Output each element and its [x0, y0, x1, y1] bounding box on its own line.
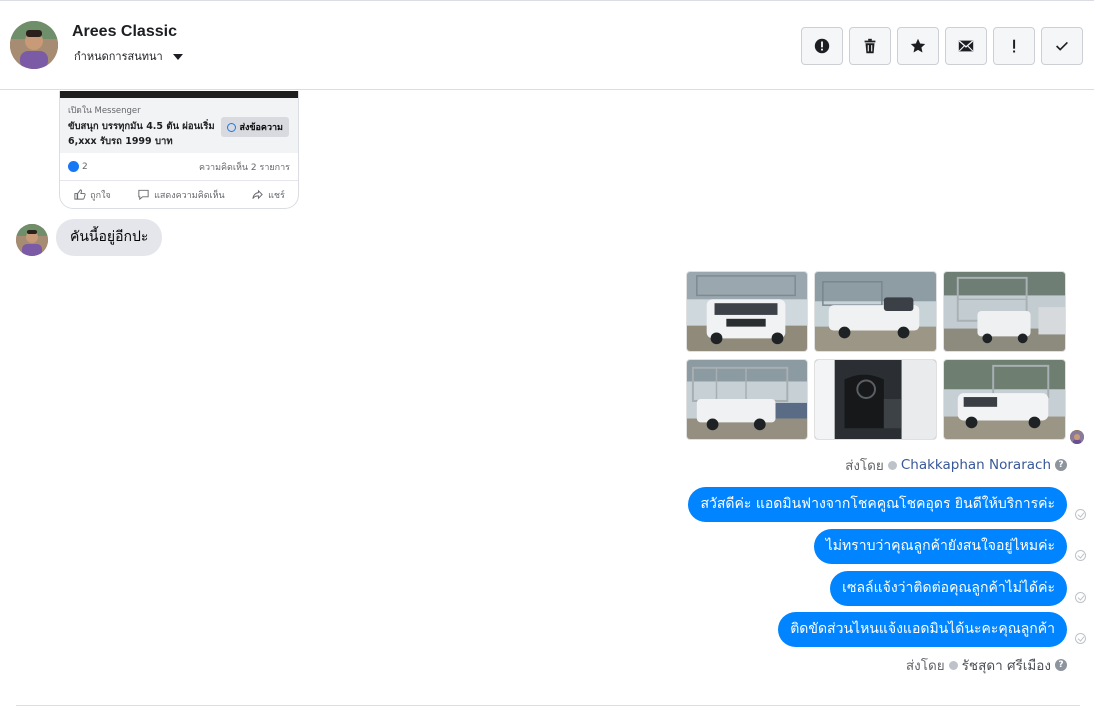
- post-send-label: ส่งข้อความ: [239, 123, 283, 133]
- post-image-strip: [60, 91, 298, 98]
- sender-avatar[interactable]: [16, 224, 48, 256]
- caret-down-icon: [172, 53, 183, 60]
- outgoing-message[interactable]: เซลล์แจ้งว่าติดต่อคุณลูกค้าไม่ได้ค่ะ: [830, 571, 1067, 606]
- messages-sent-by: ส่งโดย รัชสุดา ศรีเมือง ?: [906, 654, 1067, 676]
- comment-icon: [138, 189, 149, 201]
- message-thread[interactable]: เปิดใน Messenger ขับสนุก บรรทุกมัน 4.5 ต…: [0, 91, 1094, 706]
- conversation-view: Arees Classic กำหนดการสนทนา เปิดใน Messe…: [0, 0, 1094, 706]
- star-icon: [910, 38, 926, 53]
- contact-avatar[interactable]: [10, 21, 58, 69]
- post-comment-count: ความคิดเห็น 2 รายการ: [198, 162, 290, 173]
- photo-truck-interior[interactable]: [814, 359, 937, 440]
- exclamation-icon: [1013, 39, 1016, 53]
- mark-unread-button[interactable]: [945, 27, 987, 65]
- done-button[interactable]: [1041, 27, 1083, 65]
- trash-icon: [864, 38, 876, 54]
- truck-photo: [687, 272, 807, 351]
- star-button[interactable]: [897, 27, 939, 65]
- post-body: เปิดใน Messenger ขับสนุก บรรทุกมัน 4.5 ต…: [60, 98, 298, 153]
- help-icon[interactable]: ?: [1055, 659, 1067, 671]
- post-like-label: ถูกใจ: [90, 190, 111, 201]
- post-share-action[interactable]: แชร์: [251, 188, 285, 202]
- photos-sent-by: ส่งโดย Chakkaphan Norarach ?: [845, 454, 1067, 476]
- verified-icon: [948, 660, 958, 670]
- post-comment-action[interactable]: แสดงความคิดเห็น: [137, 188, 225, 202]
- thumbs-up-icon: [74, 189, 86, 200]
- sent-by-prefix: ส่งโดย: [845, 458, 884, 474]
- conversation-header: Arees Classic กำหนดการสนทนา: [0, 1, 1094, 90]
- photo-truck-rear[interactable]: [686, 359, 808, 440]
- outgoing-message[interactable]: ไม่ทราบว่าคุณลูกค้ายังสนใจอยู่ไหมค่ะ: [813, 529, 1067, 564]
- alert-circle-icon: [814, 38, 830, 54]
- photo-truck-front[interactable]: [686, 271, 808, 352]
- important-button[interactable]: [993, 27, 1035, 65]
- incoming-message[interactable]: คันนี้อยู่อีกปะ: [56, 219, 163, 256]
- sent-by-agent-link[interactable]: Chakkaphan Norarach: [901, 457, 1051, 473]
- post-send-message-button[interactable]: ส่งข้อความ: [221, 117, 289, 137]
- truck-photo: [944, 360, 1065, 439]
- sent-by-agent-link[interactable]: รัชสุดา ศรีเมือง: [962, 654, 1051, 676]
- post-share-label: แชร์: [268, 190, 285, 201]
- envelope-icon: [958, 40, 974, 52]
- shared-post-card[interactable]: เปิดใน Messenger ขับสนุก บรรทุกมัน 4.5 ต…: [59, 91, 299, 209]
- photo-truck-angle[interactable]: [943, 359, 1066, 440]
- interior-photo: [815, 360, 936, 439]
- like-icon: [68, 161, 79, 172]
- post-stats: 2 ความคิดเห็น 2 รายการ: [60, 153, 298, 181]
- contact-name[interactable]: Arees Classic: [72, 23, 177, 41]
- post-source: เปิดใน Messenger: [68, 106, 141, 116]
- post-actions: ถูกใจ แสดงความคิดเห็น แชร์: [60, 181, 298, 208]
- assign-conversation-dropdown[interactable]: กำหนดการสนทนา: [74, 47, 183, 65]
- help-icon[interactable]: ?: [1055, 459, 1067, 471]
- post-like-action[interactable]: ถูกใจ: [73, 188, 111, 202]
- truck-photo: [944, 272, 1065, 351]
- truck-photo: [687, 360, 807, 439]
- share-icon: [252, 189, 263, 200]
- post-like-count: 2: [82, 162, 88, 172]
- assign-label: กำหนดการสนทนา: [74, 50, 163, 63]
- outgoing-message[interactable]: ติดขัดส่วนไหนแจ้งแอดมินได้นะคะคุณลูกค้า: [778, 612, 1067, 647]
- post-comment-label: แสดงความคิดเห็น: [154, 190, 225, 201]
- delivered-icon: [1075, 550, 1086, 561]
- spam-button[interactable]: [801, 27, 843, 65]
- delivered-icon: [1075, 592, 1086, 603]
- post-likes: 2: [68, 161, 88, 172]
- delivered-icon: [1075, 509, 1086, 520]
- outgoing-message[interactable]: สวัสดีค่ะ แอดมินฟางจากโชคคูณโชคอุดร ยินด…: [688, 487, 1067, 522]
- photo-truck-rack[interactable]: [943, 271, 1066, 352]
- messenger-icon: [227, 122, 237, 132]
- photo-attachment-grid: [686, 271, 1066, 441]
- truck-photo: [815, 272, 936, 351]
- seen-avatar: [1070, 430, 1084, 444]
- delivered-icon: [1075, 633, 1086, 644]
- conversation-toolbar: [801, 27, 1083, 65]
- check-icon: [1056, 41, 1068, 51]
- photo-truck-side[interactable]: [814, 271, 937, 352]
- post-title: ขับสนุก บรรทุกมัน 4.5 ตัน ผ่อนเริ่ม 6,xx…: [68, 121, 215, 147]
- verified-icon: [887, 460, 897, 470]
- sent-by-prefix: ส่งโดย: [905, 658, 945, 674]
- delete-button[interactable]: [849, 27, 891, 65]
